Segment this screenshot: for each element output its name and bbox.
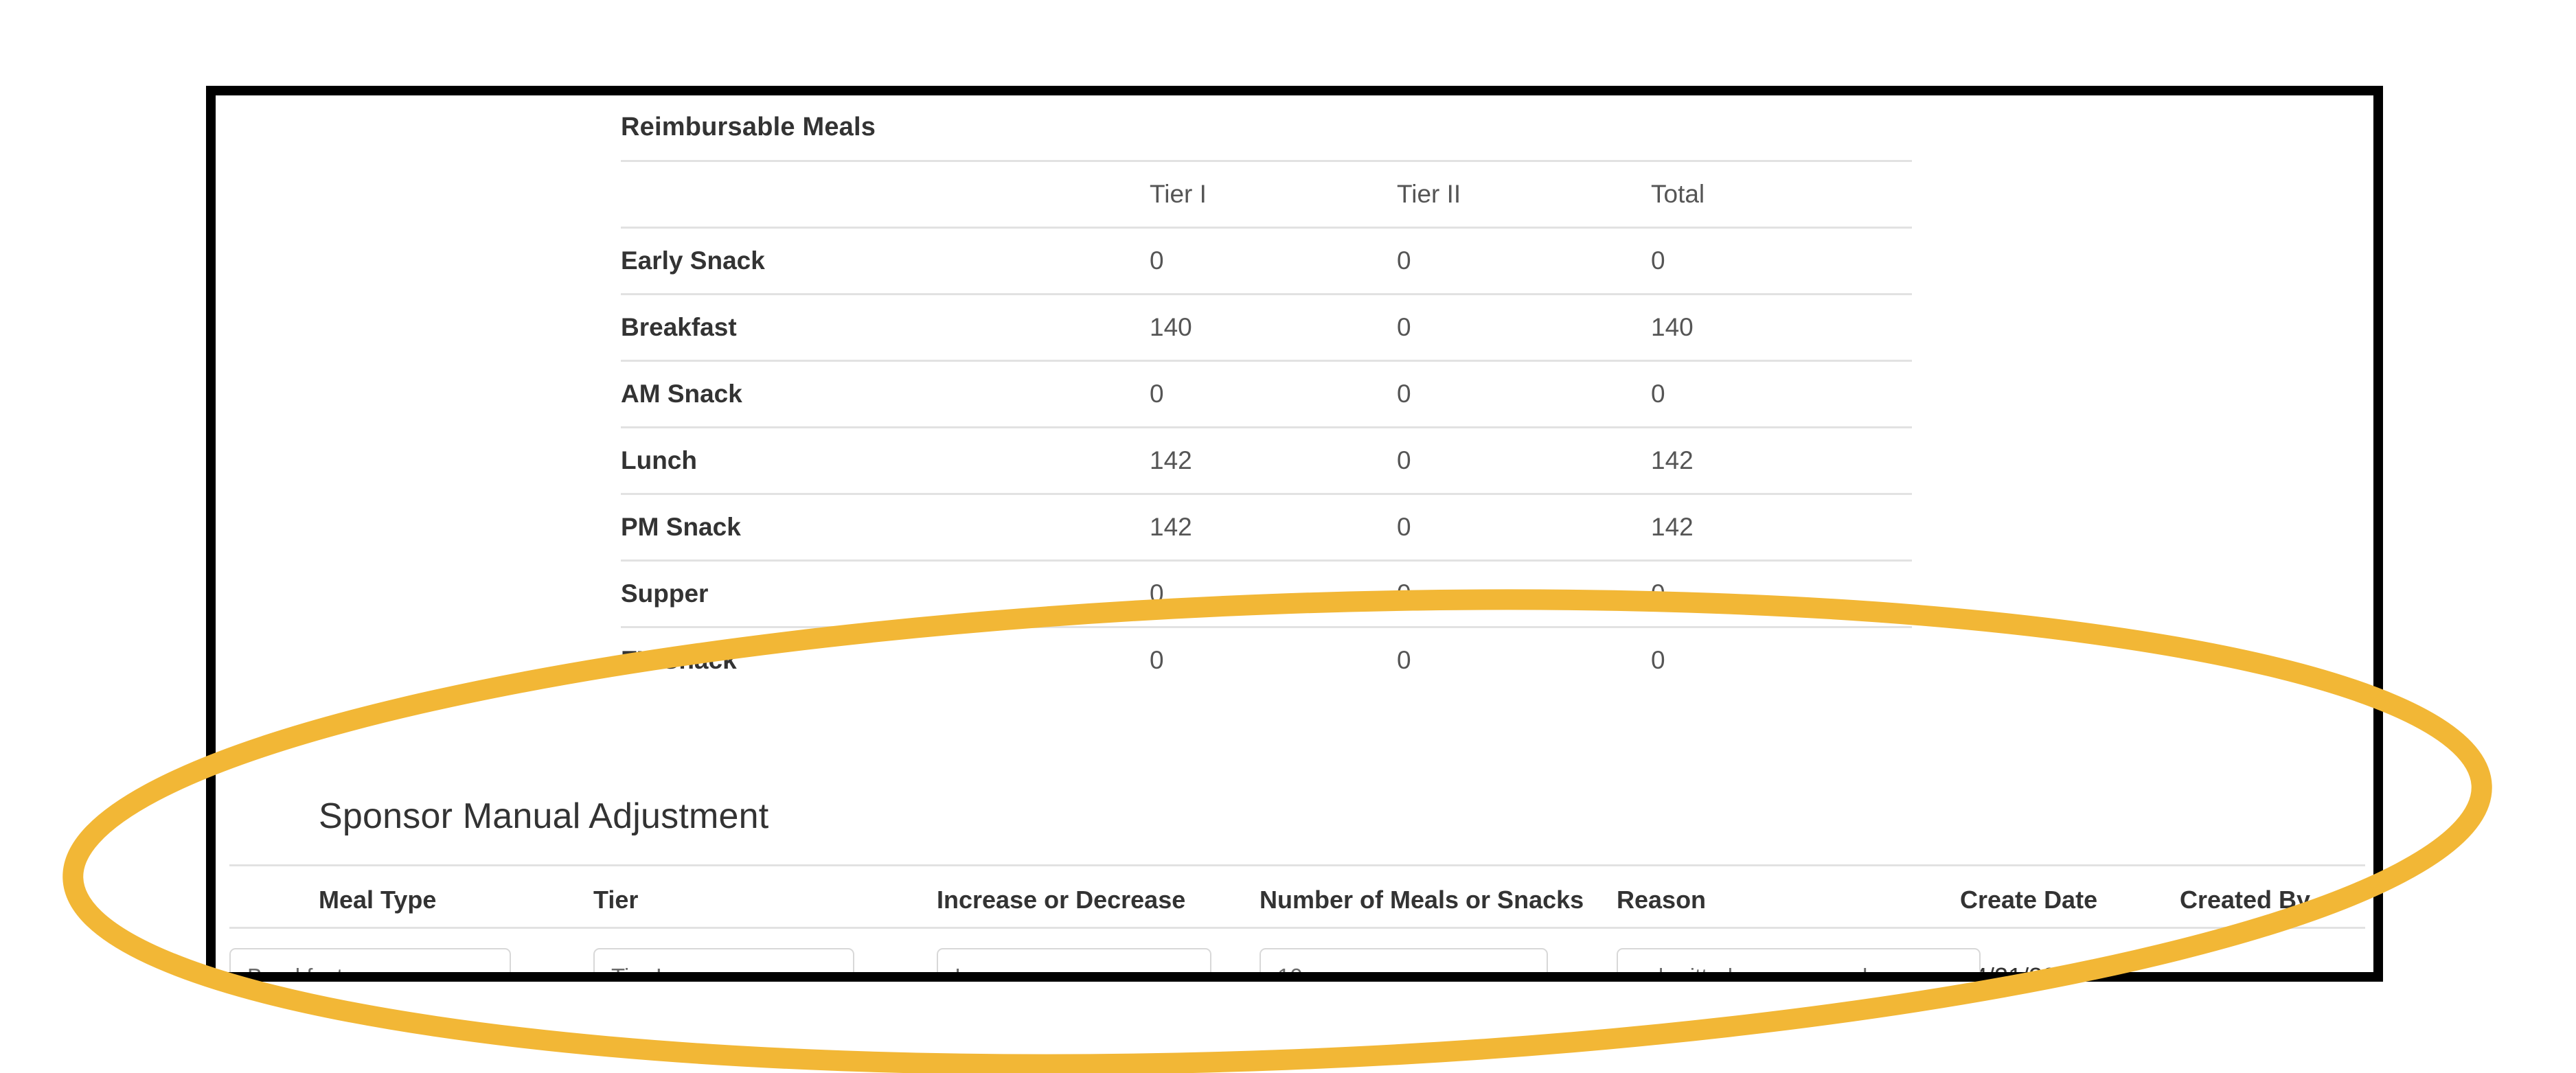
number-of-meals-value: 10	[1277, 964, 1303, 982]
col-header-created-by: Created By	[2180, 864, 2365, 929]
chevron-down-icon	[479, 973, 494, 982]
adjustment-table-body: Breakfast Tier I Increase 10 submitted p…	[229, 928, 2365, 982]
sponsor-manual-adjustment-panel: Sponsor Manual Adjustment Meal Type Tier…	[229, 796, 2365, 982]
screenshot-frame: Reimbursable Meals Tier I Tier II Total …	[206, 86, 2383, 982]
reimbursable-meals-title: Reimbursable Meals	[621, 113, 876, 141]
cell-created-by	[2180, 928, 2365, 980]
table-row: EV Snack 0 0 0	[621, 626, 1912, 693]
meals-cell-tier-1: 0	[1150, 626, 1397, 693]
meals-cell-tier-2: 0	[1397, 227, 1651, 295]
cell-meal-type: Breakfast	[229, 928, 593, 982]
chevron-down-icon	[1180, 973, 1195, 982]
tier-select[interactable]: Tier I	[593, 948, 854, 982]
col-header-reason: Reason	[1617, 864, 1960, 929]
cell-create-date: 04/21/2020	[1960, 928, 2180, 972]
meals-col-total: Total	[1651, 160, 1912, 228]
meals-table-body: Early Snack 0 0 0 Breakfast 140 0 140 AM…	[621, 227, 1912, 693]
table-row: Breakfast 140 0 140	[621, 293, 1912, 361]
meals-cell-total: 0	[1651, 227, 1912, 295]
adjustment-table-head: Meal Type Tier Increase or Decrease Numb…	[229, 864, 2365, 929]
meals-header-row: Tier I Tier II Total	[621, 160, 1912, 228]
meals-cell-total: 0	[1651, 559, 1912, 627]
meals-row-label: AM Snack	[621, 360, 1150, 428]
adjustment-header-row: Meal Type Tier Increase or Decrease Numb…	[229, 864, 2365, 929]
cell-number-of-meals: 10	[1259, 928, 1617, 982]
meal-type-select-value: Breakfast	[247, 964, 343, 982]
col-header-create-date: Create Date	[1960, 864, 2180, 929]
meals-cell-tier-1: 0	[1150, 227, 1397, 295]
meals-cell-tier-2: 0	[1397, 360, 1651, 428]
created-by-value	[2220, 974, 2235, 980]
increase-or-decrease-select-value: Increase	[955, 964, 1042, 982]
table-row: Lunch 142 0 142	[621, 426, 1912, 494]
tier-select-value: Tier I	[611, 964, 662, 982]
meals-cell-tier-2: 0	[1397, 559, 1651, 627]
meals-row-label: PM Snack	[621, 493, 1150, 561]
meals-cell-total: 140	[1651, 293, 1912, 361]
meals-cell-total: 0	[1651, 626, 1912, 693]
reimbursable-meals-table: Tier I Tier II Total Early Snack 0 0 0 B…	[621, 160, 1912, 693]
chevron-down-icon	[823, 973, 838, 982]
meals-table-head: Tier I Tier II Total	[621, 160, 1912, 228]
reimbursable-meals-panel: Reimbursable Meals Tier I Tier II Total …	[621, 113, 1912, 693]
reason-value: submitted paper records	[1634, 964, 1879, 982]
table-row: AM Snack 0 0 0	[621, 360, 1912, 428]
sponsor-manual-adjustment-table: Meal Type Tier Increase or Decrease Numb…	[229, 864, 2365, 982]
meals-col-tier-2: Tier II	[1397, 160, 1651, 228]
table-row: Supper 0 0 0	[621, 559, 1912, 627]
meals-row-label: EV Snack	[621, 626, 1150, 693]
meals-cell-tier-2: 0	[1397, 426, 1651, 494]
meals-cell-tier-1: 142	[1150, 426, 1397, 494]
col-header-number-of-meals-or-snacks: Number of Meals or Snacks	[1259, 864, 1617, 929]
meals-cell-tier-1: 142	[1150, 493, 1397, 561]
table-row: Early Snack 0 0 0	[621, 227, 1912, 295]
meals-cell-tier-1: 140	[1150, 293, 1397, 361]
meals-row-label: Lunch	[621, 426, 1150, 494]
meals-col-blank	[621, 160, 1150, 228]
table-row: PM Snack 142 0 142	[621, 493, 1912, 561]
cell-reason: submitted paper records	[1617, 928, 1981, 972]
meals-col-tier-1: Tier I	[1150, 160, 1397, 228]
meals-cell-tier-2: 0	[1397, 293, 1651, 361]
table-row: Breakfast Tier I Increase 10 submitted p…	[229, 928, 2365, 982]
frame-inner-canvas: Reimbursable Meals Tier I Tier II Total …	[216, 95, 2373, 972]
cell-tier: Tier I	[593, 928, 937, 982]
col-header-tier: Tier	[593, 864, 937, 929]
meals-cell-total: 142	[1651, 426, 1912, 494]
cell-increase-or-decrease: Increase	[937, 928, 1259, 982]
reason-input[interactable]: submitted paper records	[1617, 948, 1981, 982]
col-header-meal-type: Meal Type	[229, 864, 593, 929]
meals-cell-total: 0	[1651, 360, 1912, 428]
col-header-increase-or-decrease: Increase or Decrease	[937, 864, 1259, 929]
meals-row-label: Breakfast	[621, 293, 1150, 361]
number-of-meals-input[interactable]: 10	[1259, 948, 1548, 982]
increase-or-decrease-select[interactable]: Increase	[937, 948, 1211, 982]
meals-cell-tier-1: 0	[1150, 559, 1397, 627]
meals-cell-tier-2: 0	[1397, 493, 1651, 561]
meals-row-label: Early Snack	[621, 227, 1150, 295]
meals-cell-tier-2: 0	[1397, 626, 1651, 693]
meals-cell-tier-1: 0	[1150, 360, 1397, 428]
meal-type-select[interactable]: Breakfast	[229, 948, 511, 982]
meals-cell-total: 142	[1651, 493, 1912, 561]
page-title: Sponsor Manual Adjustment	[319, 796, 769, 836]
meals-row-label: Supper	[621, 559, 1150, 627]
